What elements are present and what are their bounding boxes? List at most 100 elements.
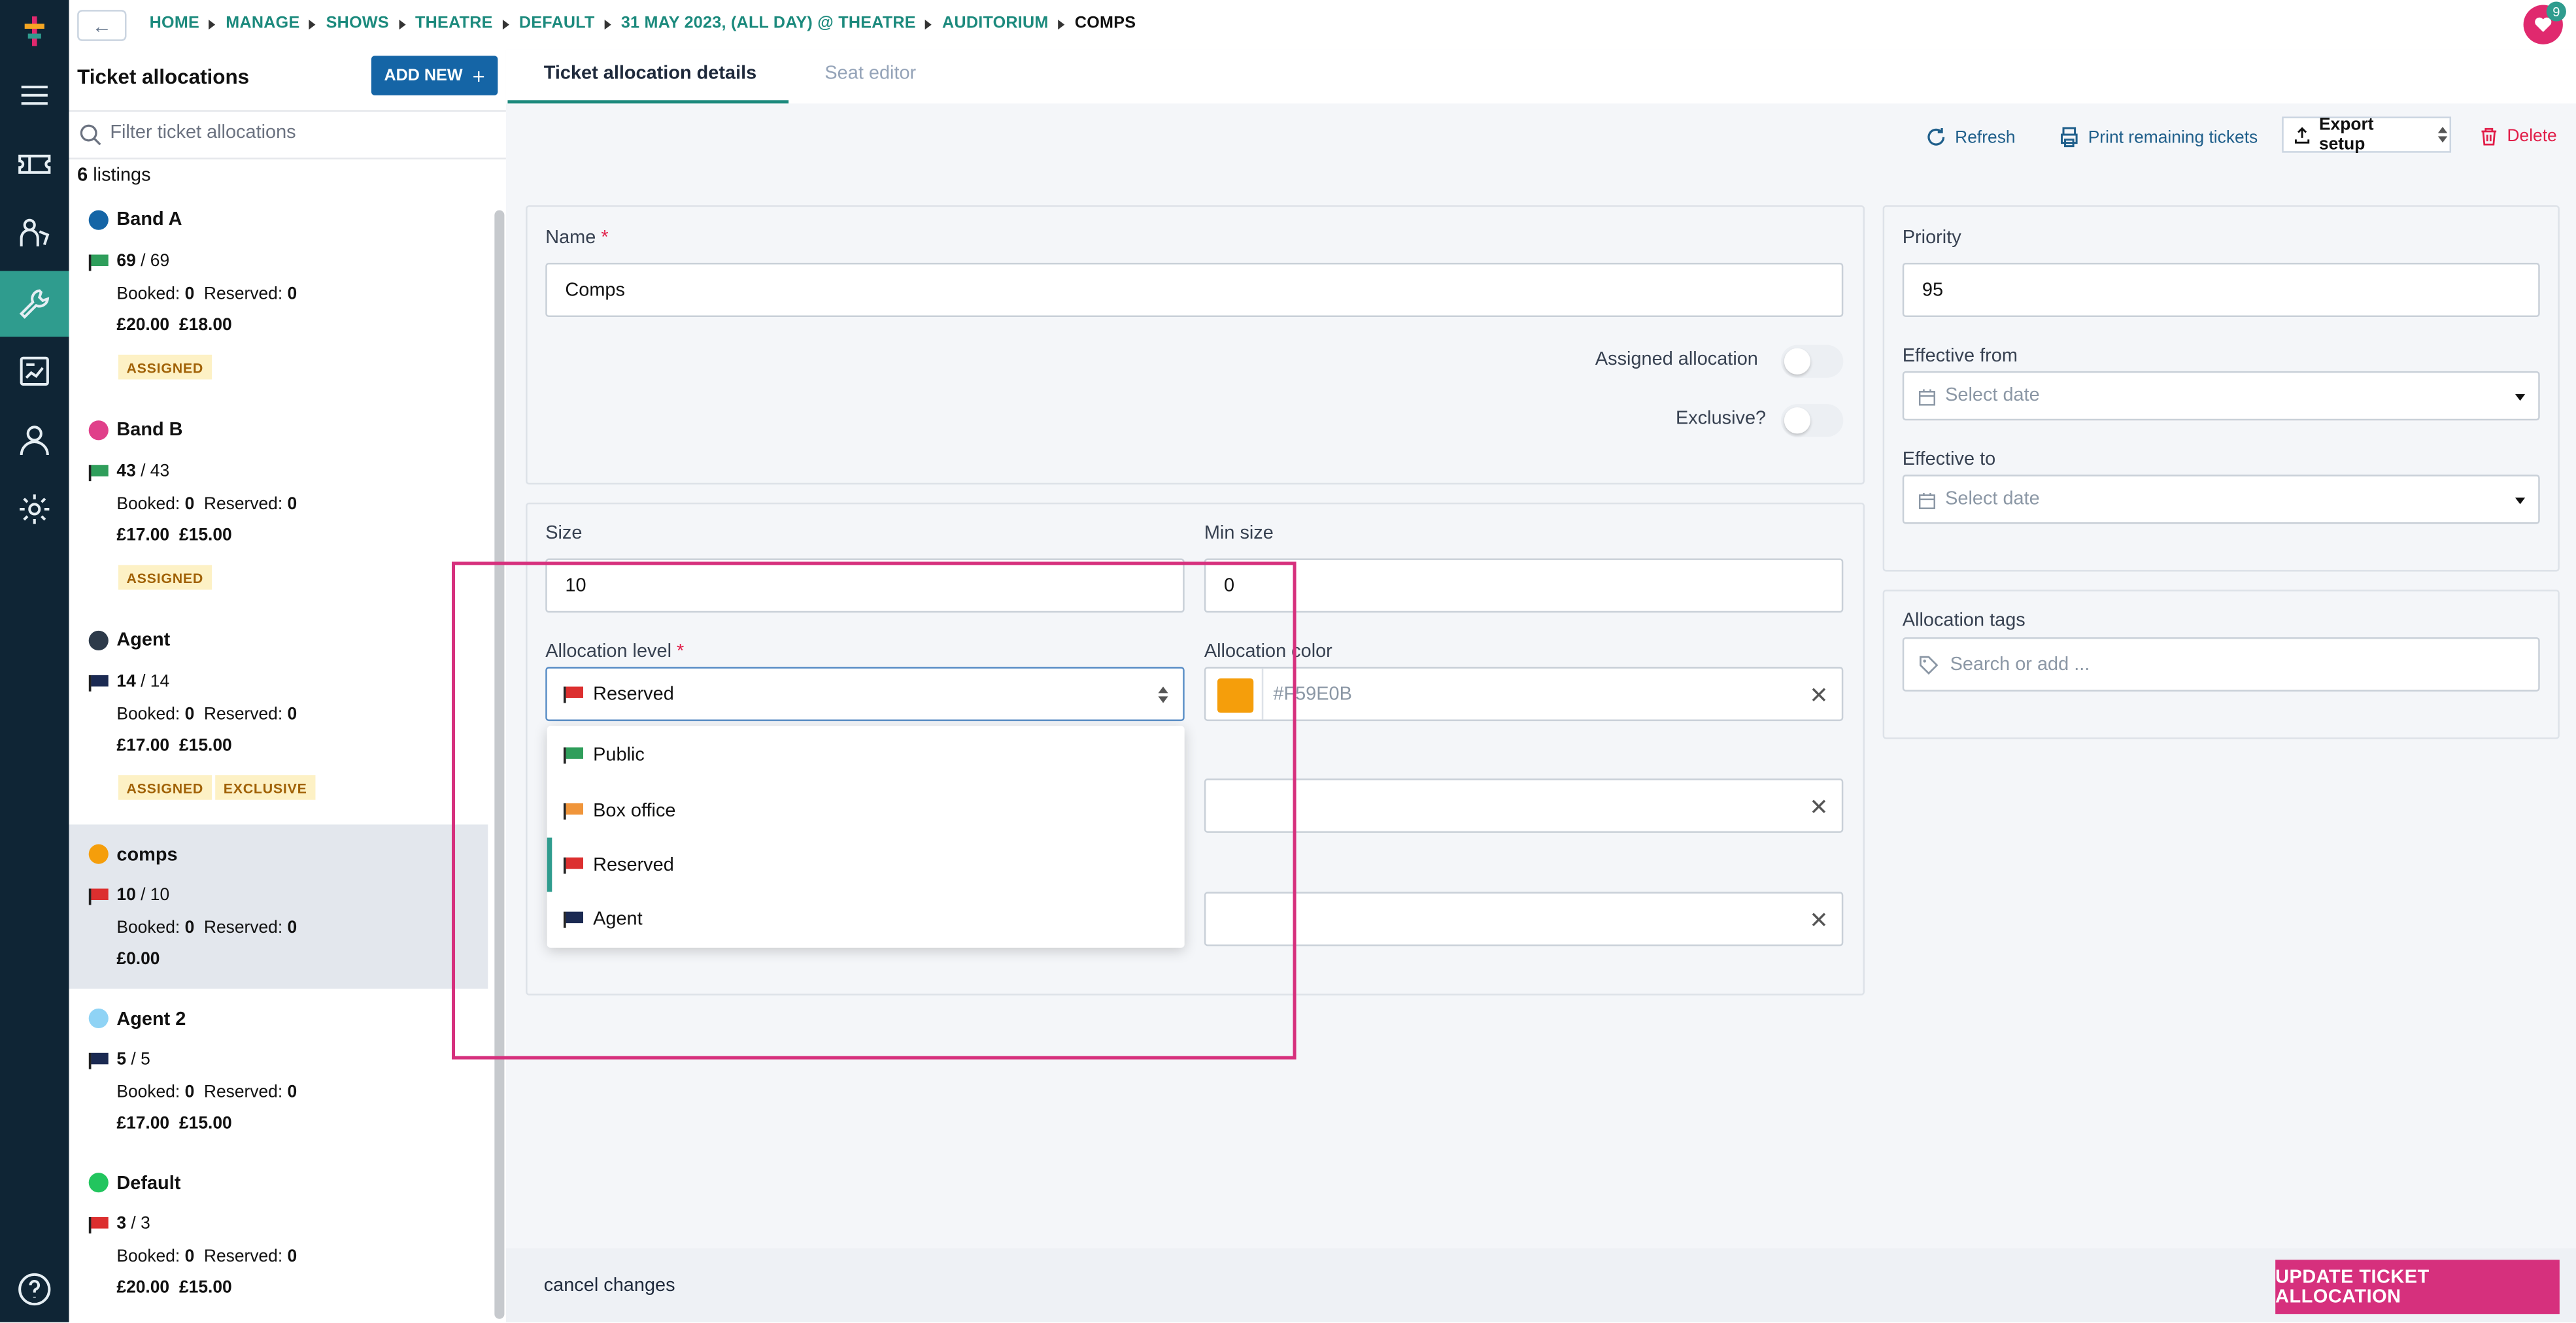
allocation-name: Band A (116, 210, 182, 230)
export-setup-select[interactable]: Export setup (2282, 115, 2452, 154)
add-new-label: ADD NEW (384, 66, 463, 85)
plus-icon: + (472, 63, 485, 88)
breadcrumb-current: COMPS (1074, 14, 1136, 33)
breadcrumb-shows[interactable]: SHOWS (326, 15, 389, 33)
allocation-color-input[interactable]: #F59E0B ✕ (1204, 667, 1844, 722)
booked-reserved: Booked: 0 Reserved: 0 (116, 284, 297, 304)
tools-icon[interactable] (0, 271, 69, 337)
exclusive-label: Exclusive? (1676, 409, 1767, 429)
list-item[interactable]: Band A 69 / 69 Booked: 0 Reserved: 0 £20… (69, 194, 488, 405)
breadcrumb-default[interactable]: DEFAULT (519, 15, 595, 33)
hidden-field-2[interactable]: ✕ (1204, 892, 1844, 946)
breadcrumb-home[interactable]: HOME (150, 15, 199, 33)
effective-to-picker[interactable]: Select date (1902, 475, 2540, 524)
footer-bar: cancel changes UPDATE TICKET ALLOCATION (505, 1248, 2576, 1322)
status-badge: EXCLUSIVE (215, 775, 316, 800)
booked-reserved: Booked: 0 Reserved: 0 (116, 918, 297, 938)
export-icon (2294, 126, 2310, 143)
allocation-name: Agent (116, 630, 171, 651)
allocation-color-dot (88, 210, 109, 230)
effective-from-picker[interactable]: Select date (1902, 371, 2540, 421)
allocation-prices: £0.00 (116, 949, 160, 969)
name-input[interactable]: Comps (545, 263, 1844, 317)
list-item[interactable]: Default 3 / 3 Booked: 0 Reserved: 0 £20.… (69, 1153, 488, 1317)
list-item[interactable]: comps 10 / 10 Booked: 0 Reserved: 0 £0.0… (69, 824, 488, 989)
allocation-counts: 14 / 14 (116, 671, 170, 692)
list-item[interactable]: Band B 43 / 43 Booked: 0 Reserved: 0 £17… (69, 404, 488, 614)
breadcrumb-manage[interactable]: MANAGE (226, 15, 299, 33)
top-bar: ← HOME MANAGE SHOWS THEATRE DEFAULT 31 M… (69, 0, 2576, 50)
allocation-name: Default (116, 1174, 181, 1194)
min-size-label: Min size (1204, 524, 1274, 544)
allocation-prices: £17.00 £15.00 (116, 526, 232, 546)
breadcrumb-theatre[interactable]: THEATRE (415, 15, 493, 33)
assigned-allocation-toggle[interactable] (1780, 344, 1844, 378)
allocation-counts: 3 / 3 (116, 1213, 150, 1234)
allocation-counts: 69 / 69 (116, 251, 170, 271)
hidden-field-1[interactable]: ✕ (1204, 779, 1844, 833)
flag-icon (88, 254, 109, 271)
allocation-prices: £17.00 £15.00 (116, 1113, 232, 1133)
flag-icon (88, 1052, 109, 1069)
reports-icon[interactable] (0, 339, 69, 405)
customers-icon[interactable] (0, 201, 69, 267)
allocation-color-dot (88, 630, 109, 651)
help-icon[interactable] (0, 1256, 69, 1322)
allocation-color-dot (88, 1173, 109, 1193)
tickets-icon[interactable] (0, 131, 69, 197)
cancel-changes-link[interactable]: cancel changes (544, 1276, 675, 1296)
allocation-color-dot (88, 420, 109, 441)
allocation-color-dot (88, 1008, 109, 1028)
refresh-icon (1927, 127, 1945, 146)
clear-icon[interactable]: ✕ (1809, 909, 1828, 931)
filter-allocations-input[interactable]: Filter ticket allocations (69, 110, 506, 159)
exclusive-toggle[interactable] (1780, 404, 1844, 437)
search-icon (80, 124, 101, 146)
menu-icon[interactable] (0, 62, 69, 128)
tab-seat-editor[interactable]: Seat editor (824, 64, 916, 84)
filter-placeholder: Filter ticket allocations (110, 123, 296, 143)
allocations-panel: Ticket allocations ADD NEW + Filter tick… (69, 49, 506, 1322)
assigned-allocation-label: Assigned allocation (1595, 350, 1758, 370)
clear-icon[interactable]: ✕ (1809, 795, 1828, 818)
breadcrumb-auditorium[interactable]: AUDITORIUM (942, 15, 1049, 33)
settings-icon[interactable] (0, 477, 69, 543)
allocation-counts: 10 / 10 (116, 885, 170, 905)
allocation-list: Band A 69 / 69 Booked: 0 Reserved: 0 £20… (69, 194, 488, 1318)
effective-to-label: Effective to (1902, 450, 1996, 470)
highlight-annotation-box (452, 561, 1296, 1060)
priority-input[interactable]: 95 (1902, 263, 2540, 317)
size-label: Size (545, 524, 583, 544)
allocation-tags-input[interactable]: Search or add ... (1902, 637, 2540, 692)
name-label: Name * (545, 228, 609, 248)
dropdown-caret-icon (2515, 497, 2526, 505)
allocation-tags-label: Allocation tags (1902, 611, 2025, 631)
user-icon[interactable] (0, 407, 69, 473)
app-logo-icon[interactable] (20, 13, 49, 49)
add-new-button[interactable]: ADD NEW + (371, 56, 498, 95)
print-remaining-button[interactable]: Print remaining tickets (2058, 126, 2258, 148)
min-size-input[interactable]: 0 (1204, 558, 1844, 613)
clear-color-icon[interactable]: ✕ (1809, 683, 1828, 706)
list-item[interactable]: Agent 14 / 14 Booked: 0 Reserved: 0 £17.… (69, 614, 488, 825)
sort-caret-icon (2438, 126, 2449, 143)
booked-reserved: Booked: 0 Reserved: 0 (116, 494, 297, 514)
allocations-title: Ticket allocations (77, 65, 250, 89)
calendar-icon (1918, 492, 1936, 509)
delete-button[interactable]: Delete (2479, 126, 2557, 146)
dropdown-caret-icon (2515, 394, 2526, 401)
flag-icon (88, 675, 109, 692)
toolbar: Refresh Print remaining tickets Export s… (506, 103, 2576, 169)
breadcrumb-event[interactable]: 31 MAY 2023, (ALL DAY) @ THEATRE (621, 15, 916, 33)
notifications-avatar[interactable]: 9 (2523, 1, 2566, 44)
flag-icon (88, 888, 109, 905)
back-button[interactable]: ← (77, 10, 127, 41)
refresh-button[interactable]: Refresh (1925, 126, 2016, 148)
tab-allocation-details[interactable]: Ticket allocation details (544, 64, 756, 84)
allocation-prices: £20.00 £15.00 (116, 1277, 232, 1298)
notification-count-badge: 9 (2546, 1, 2566, 22)
update-allocation-button[interactable]: UPDATE TICKET ALLOCATION (2275, 1260, 2560, 1315)
name-card (526, 205, 1865, 485)
list-item[interactable]: Agent 2 5 / 5 Booked: 0 Reserved: 0 £17.… (69, 989, 488, 1153)
allocation-prices: £20.00 £18.00 (116, 315, 232, 335)
